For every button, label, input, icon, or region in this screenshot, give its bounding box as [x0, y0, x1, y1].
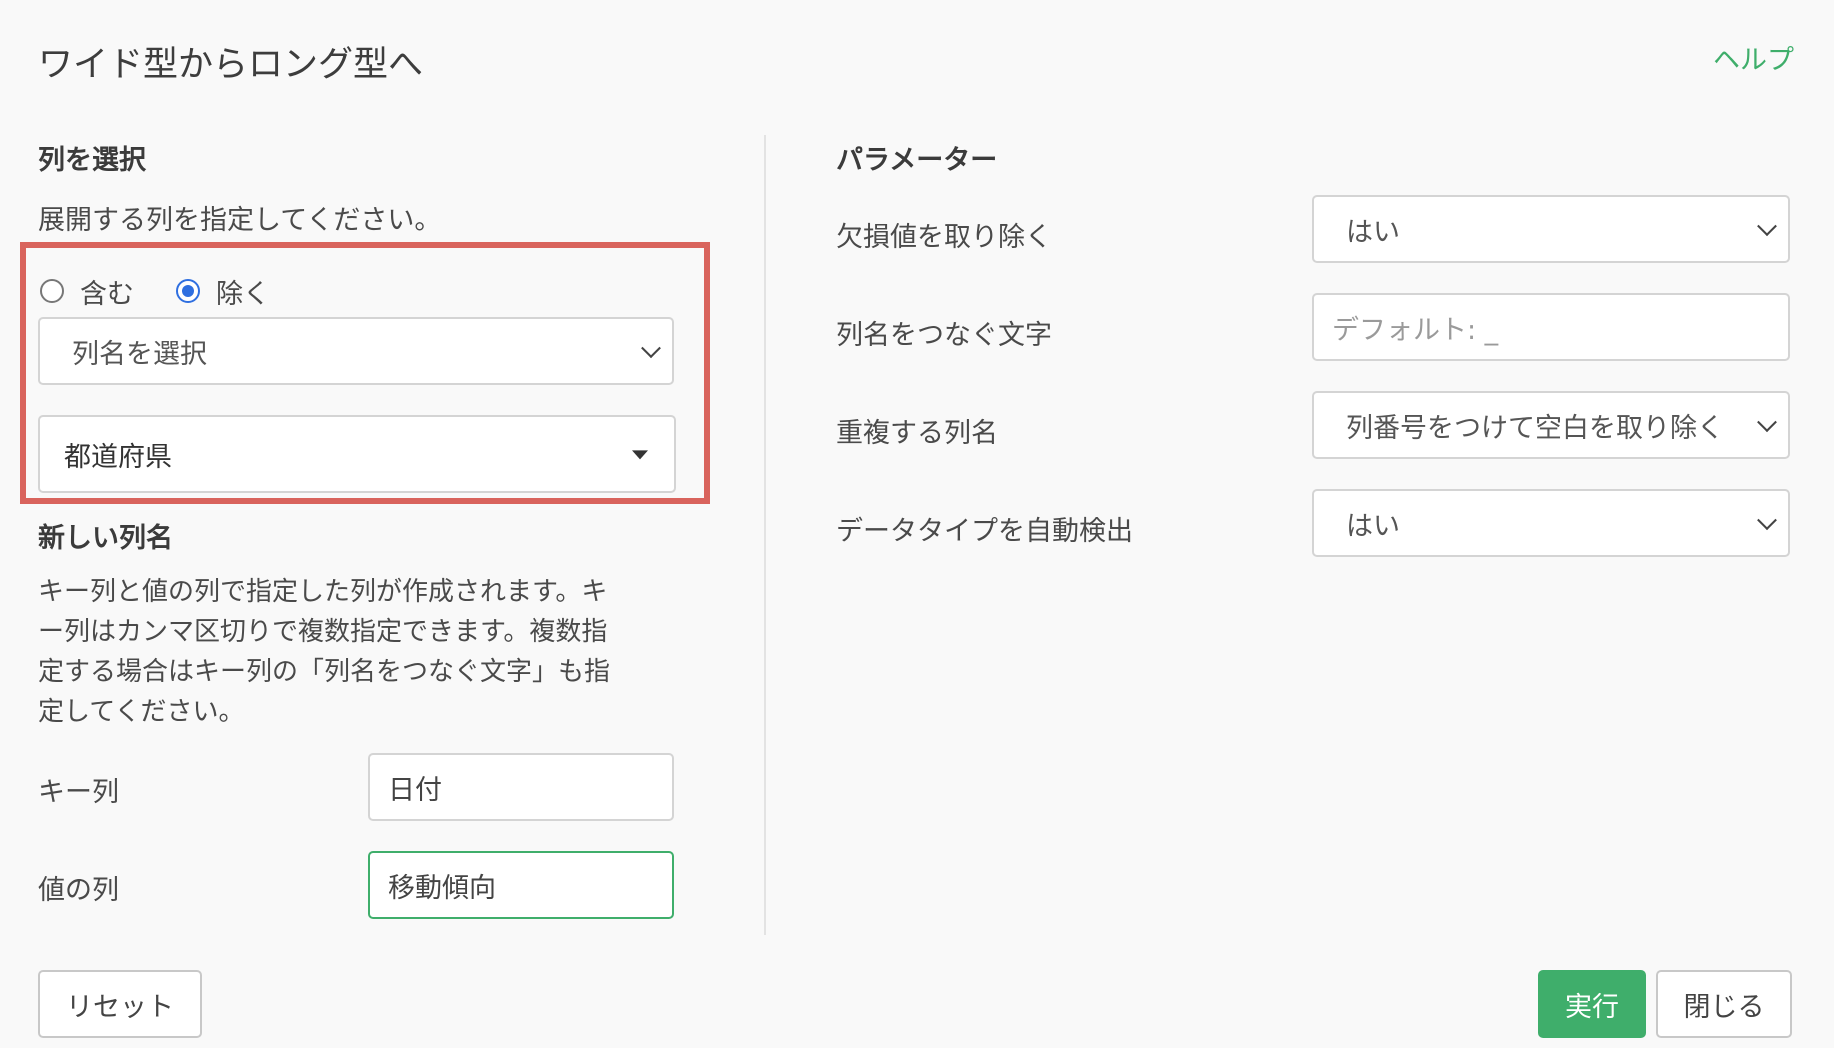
- column-select-description: 展開する列を指定してください。: [38, 205, 442, 236]
- radio-exclude-circle[interactable]: [176, 279, 200, 303]
- selected-column-dropdown[interactable]: 都道府県: [38, 415, 676, 493]
- chevron-down-icon: [641, 338, 661, 359]
- key-column-label: キー列: [38, 777, 119, 808]
- duplicate-names-value: 列番号をつけて空白を取り除く: [1346, 412, 1724, 444]
- close-button[interactable]: 閉じる: [1656, 970, 1792, 1038]
- radio-include[interactable]: 含む: [40, 273, 170, 310]
- new-columns-description-line: ー列はカンマ区切りで複数指定できます。複数指: [38, 617, 608, 647]
- radio-include-circle[interactable]: [40, 279, 64, 303]
- separator-placeholder: デフォルト: _: [1332, 314, 1499, 346]
- run-button[interactable]: 実行: [1538, 970, 1646, 1038]
- key-column-input[interactable]: 日付: [368, 753, 674, 821]
- column-select-heading: 列を選択: [38, 145, 146, 176]
- value-column-value: 移動傾向: [388, 872, 496, 904]
- reset-button[interactable]: リセット: [38, 970, 202, 1038]
- remove-na-label: 欠損値を取り除く: [836, 222, 1052, 253]
- key-column-value: 日付: [388, 774, 442, 806]
- auto-type-value: はい: [1346, 510, 1400, 542]
- dialog-title: ワイド型からロング型へ: [38, 45, 424, 85]
- column-divider: [764, 135, 766, 935]
- duplicate-names-select[interactable]: 列番号をつけて空白を取り除く: [1312, 391, 1790, 459]
- chevron-down-icon: [1757, 216, 1777, 237]
- radio-include-label: 含む: [80, 278, 134, 310]
- separator-input[interactable]: デフォルト: _: [1312, 293, 1790, 361]
- chevron-down-icon: [1757, 510, 1777, 531]
- parameters-heading: パラメーター: [836, 145, 998, 176]
- new-columns-description: キー列と値の列で指定した列が作成されます。キ ー列はカンマ区切りで複数指定できま…: [38, 572, 678, 732]
- remove-na-select[interactable]: はい: [1312, 195, 1790, 263]
- new-columns-description-line: 定してください。: [38, 697, 245, 727]
- value-column-label: 値の列: [38, 875, 119, 906]
- separator-label: 列名をつなぐ文字: [836, 320, 1052, 351]
- help-link[interactable]: ヘルプ: [1713, 38, 1794, 77]
- radio-exclude-label: 除く: [216, 278, 270, 310]
- column-name-select-placeholder: 列名を選択: [72, 338, 207, 370]
- caret-down-icon: [632, 450, 648, 460]
- auto-type-select[interactable]: はい: [1312, 489, 1790, 557]
- chevron-down-icon: [1757, 412, 1777, 433]
- selected-column-value: 都道府県: [64, 441, 172, 473]
- column-name-select[interactable]: 列名を選択: [38, 317, 674, 385]
- duplicate-names-label: 重複する列名: [836, 418, 998, 449]
- new-columns-description-line: キー列と値の列で指定した列が作成されます。キ: [38, 577, 608, 607]
- new-columns-description-line: 定する場合はキー列の「列名をつなぐ文字」も指: [38, 657, 611, 687]
- new-columns-heading: 新しい列名: [38, 523, 173, 554]
- radio-exclude[interactable]: 除く: [176, 273, 306, 310]
- value-column-input[interactable]: 移動傾向: [368, 851, 674, 919]
- remove-na-value: はい: [1346, 216, 1400, 248]
- auto-type-label: データタイプを自動検出: [836, 516, 1133, 547]
